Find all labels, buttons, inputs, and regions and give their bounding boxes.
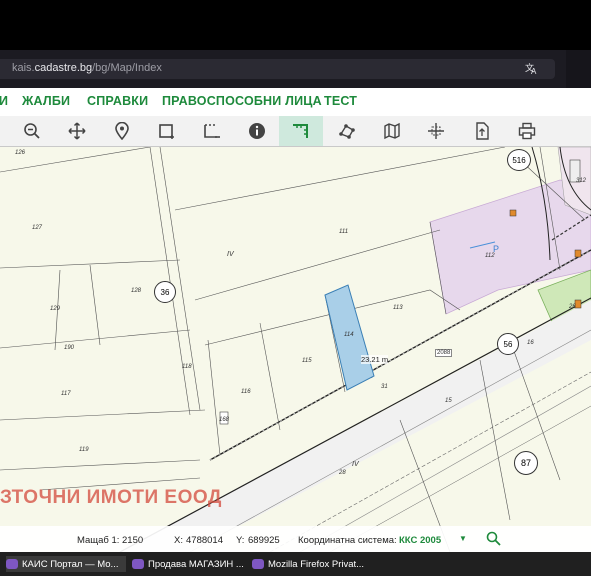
parking-label: P [493,244,500,254]
road-label: 2088 [435,349,453,357]
coord-system-label: Координатна система: [298,535,397,546]
block-circle: 87 [514,451,538,475]
x-label: X: [174,535,183,546]
parcel-label: 16 [527,340,534,346]
coord-system-select[interactable]: ККС 2005 [399,535,441,546]
parcel-label: 119 [79,447,89,453]
zoom-out-icon[interactable] [19,118,45,144]
parcel-label: 113 [393,305,403,311]
chevron-down-icon[interactable]: ▼ [459,534,467,543]
vertex-icon[interactable] [334,118,360,144]
block-number: IV [352,461,359,468]
block-circle: 56 [497,333,519,355]
translate-icon[interactable]: 文A [525,61,539,78]
top-dark-area [0,0,591,50]
parcel-label: 118 [182,364,192,370]
select-area-icon[interactable] [199,118,225,144]
parcel-label: 117 [61,391,71,397]
parcel-label: 168 [219,417,230,423]
search-icon[interactable] [486,531,501,549]
svg-text:A: A [531,67,537,75]
select-rectangle-icon[interactable] [154,118,180,144]
parcel-label: 128 [131,288,142,294]
parcel-label: 129 [50,306,61,312]
taskbar-item[interactable]: Mozilla Firefox Privat... [252,556,382,572]
parcel-label: 127 [32,225,43,231]
parcel-label: 126 [15,150,26,156]
info-icon[interactable] [244,118,270,144]
watermark-text: ЗТОЧНИ ИМОТИ ЕООД [0,487,222,508]
scale-label: Мащаб 1: [77,535,120,546]
x-value: 4788014 [186,535,223,546]
export-icon[interactable] [469,118,495,144]
nav-item-references[interactable]: СПРАВКИ [87,94,148,108]
y-label: Y: [236,535,245,546]
scale-value[interactable]: 2150 [122,535,143,546]
parcel-label: 111 [339,229,349,235]
taskbar-item[interactable]: КАИС Портал — Мо... [6,556,126,572]
nav-item-partial[interactable]: И [0,94,8,108]
map-layers-icon[interactable] [379,118,405,144]
pan-icon[interactable] [64,118,90,144]
address-field[interactable]: kais.cadastre.bg/bg/Map/Index [0,59,555,79]
nav-item-complaints[interactable]: ЖАЛБИ [22,94,70,108]
print-icon[interactable] [514,118,540,144]
parcel-label: 31 [381,384,388,390]
measure-result: 23.21 m [361,355,389,364]
nav-item-legal-persons[interactable]: ПРАВОСПОСОБНИ ЛИЦА [162,94,322,108]
location-pin-icon[interactable] [109,118,135,144]
parcel-label: 190 [64,345,75,351]
parcel-label: 116 [241,389,251,395]
firefox-private-icon [132,559,144,569]
measure-icon[interactable] [279,116,323,146]
taskbar-item[interactable]: Продава МАГАЗИН ... [132,556,252,572]
firefox-private-icon [252,559,264,569]
block-circle: 36 [154,281,176,303]
parcel-label: 15 [445,398,452,404]
nav-item-test[interactable]: ТЕСТ [324,94,357,108]
parcel-label: 28 [339,470,346,476]
parcel-label: 312 [576,178,587,184]
block-circle: 516 [507,149,531,171]
block-number: IV [227,251,234,258]
y-value: 689925 [248,535,280,546]
map-status-bar: Мащаб 1: 2150 X: 4788014 Y: 689925 Коорд… [0,526,591,552]
firefox-private-icon [6,559,18,569]
parcel-label: 26 [569,304,576,310]
coordinates-icon[interactable] [423,118,449,144]
parcel-label: 114 [344,332,354,338]
url-text: kais.cadastre.bg/bg/Map/Index [12,62,162,74]
extensions-area [566,50,591,88]
parcel-label: 115 [302,358,312,364]
